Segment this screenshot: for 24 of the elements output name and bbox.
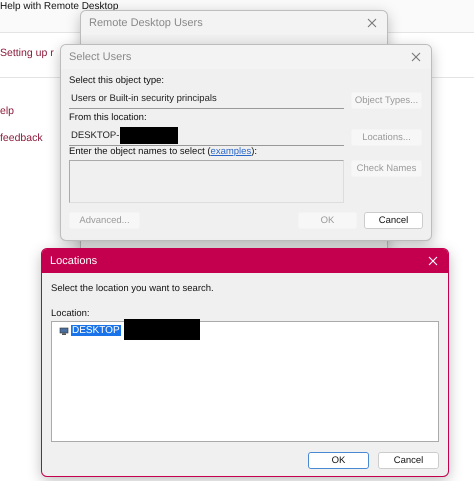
ok-button[interactable]: OK (308, 452, 369, 469)
tree-item[interactable]: DESKTOP (71, 325, 121, 336)
redaction-bar (120, 127, 178, 144)
field-label: From this location: (69, 112, 148, 123)
help-link[interactable]: feedback (0, 132, 43, 144)
tree-label: Location: (51, 308, 91, 319)
close-icon[interactable] (411, 52, 421, 62)
object-names-field[interactable] (69, 160, 344, 203)
window-title: Select Users (69, 51, 132, 63)
help-link[interactable]: elp (0, 105, 14, 117)
window-title: Remote Desktop Users (89, 17, 203, 29)
help-link[interactable]: Setting up r (0, 47, 54, 59)
examples-link[interactable]: examples (210, 146, 252, 157)
page-title: Help with Remote Desktop (0, 0, 118, 13)
computer-icon (59, 327, 69, 336)
prompt-text: Select the location you want to search. (51, 283, 215, 294)
window-title: Locations (50, 255, 98, 267)
close-icon[interactable] (367, 18, 377, 28)
field-label: Select this object type: (69, 75, 166, 86)
object-type-field: Users or Built-in security principals (69, 89, 344, 109)
location-field: DESKTOP- (69, 126, 344, 146)
cancel-button[interactable]: Cancel (364, 212, 423, 229)
names-label: Enter the object names to select (examples): (69, 146, 258, 157)
cancel-button[interactable]: Cancel (378, 452, 439, 469)
